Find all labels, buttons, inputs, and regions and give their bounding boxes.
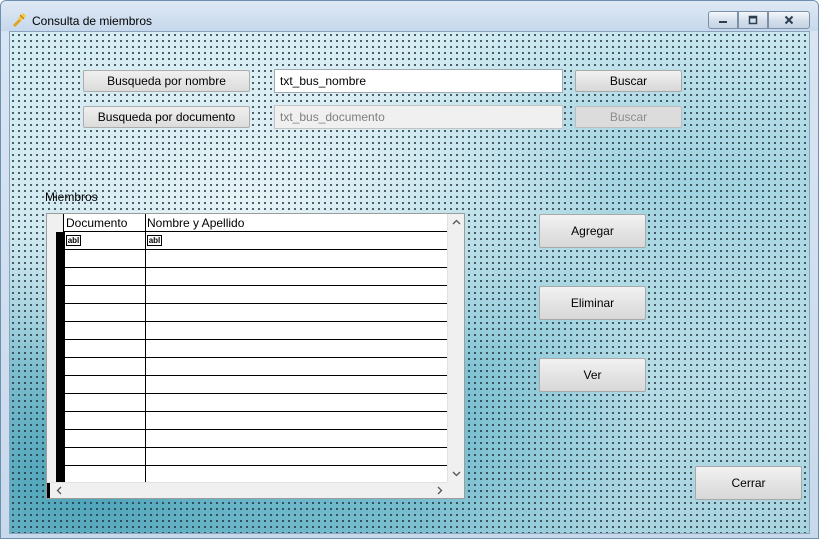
row-header[interactable] bbox=[47, 250, 56, 268]
cell-separator bbox=[145, 286, 146, 304]
view-button[interactable]: Ver bbox=[539, 358, 646, 392]
table-row[interactable] bbox=[47, 448, 447, 466]
grid-rows: abl abl bbox=[47, 232, 447, 484]
grid-corner bbox=[47, 214, 64, 232]
row-header[interactable] bbox=[47, 358, 56, 376]
cell-separator bbox=[145, 394, 146, 412]
table-row[interactable] bbox=[47, 376, 447, 394]
cell-separator bbox=[64, 376, 65, 394]
cell-separator bbox=[64, 394, 65, 412]
cell-separator bbox=[64, 250, 65, 268]
scroll-left-icon[interactable] bbox=[55, 486, 64, 495]
table-row[interactable] bbox=[47, 394, 447, 412]
cell-separator bbox=[145, 322, 146, 340]
cell-separator bbox=[145, 412, 146, 430]
cell-separator bbox=[145, 448, 146, 466]
documento-cell-textbox[interactable]: abl bbox=[66, 235, 81, 246]
row-header[interactable] bbox=[47, 412, 56, 430]
cell-separator bbox=[145, 376, 146, 394]
nombre-cell-textbox[interactable]: abl bbox=[147, 235, 162, 246]
row-header[interactable] bbox=[47, 394, 56, 412]
row-header[interactable] bbox=[47, 304, 56, 322]
title-bar[interactable]: Consulta de miembros bbox=[1, 1, 818, 31]
table-row[interactable] bbox=[47, 322, 447, 340]
row-header[interactable] bbox=[47, 376, 56, 394]
row-marker bbox=[47, 483, 50, 498]
column-separator bbox=[145, 214, 146, 232]
delete-button[interactable]: Eliminar bbox=[539, 286, 646, 320]
cell-separator bbox=[145, 430, 146, 448]
row-header[interactable] bbox=[47, 286, 56, 304]
search-name-input[interactable]: txt_bus_nombre bbox=[274, 69, 563, 93]
cell-separator bbox=[145, 304, 146, 322]
search-by-document-label-button[interactable]: Busqueda por documento bbox=[83, 106, 250, 128]
minimize-icon bbox=[719, 21, 727, 23]
table-row[interactable] bbox=[47, 358, 447, 376]
search-document-input[interactable]: txt_bus_documento bbox=[274, 105, 563, 129]
row-selector-bar bbox=[56, 232, 64, 484]
cell-separator bbox=[64, 448, 65, 466]
close-form-button[interactable]: Cerrar bbox=[695, 466, 802, 500]
vertical-scrollbar[interactable] bbox=[447, 214, 464, 482]
cell-separator bbox=[64, 412, 65, 430]
main-window: Consulta de miembros Busqueda por nombre… bbox=[0, 0, 819, 539]
cell-separator bbox=[64, 268, 65, 286]
members-label: Miembros bbox=[45, 190, 98, 204]
cell-separator bbox=[145, 358, 146, 376]
minimize-button[interactable] bbox=[708, 11, 738, 29]
scroll-right-icon[interactable] bbox=[435, 486, 444, 495]
row-header[interactable] bbox=[47, 430, 56, 448]
scroll-up-icon[interactable] bbox=[452, 218, 461, 227]
column-header-documento[interactable]: Documento bbox=[66, 216, 127, 230]
table-row[interactable]: abl abl bbox=[47, 232, 447, 250]
cell-separator bbox=[64, 286, 65, 304]
app-icon bbox=[13, 13, 26, 27]
cell-separator bbox=[64, 322, 65, 340]
table-row[interactable] bbox=[47, 430, 447, 448]
column-header-nombre[interactable]: Nombre y Apellido bbox=[147, 216, 244, 230]
cell-separator bbox=[64, 304, 65, 322]
scroll-corner bbox=[447, 482, 464, 498]
close-button[interactable] bbox=[768, 11, 810, 29]
cell-separator bbox=[145, 268, 146, 286]
search-by-name-label-button[interactable]: Busqueda por nombre bbox=[83, 70, 250, 92]
row-header[interactable] bbox=[47, 232, 56, 250]
cell-separator bbox=[64, 358, 65, 376]
table-row[interactable] bbox=[47, 286, 447, 304]
close-icon bbox=[784, 15, 794, 25]
cell-separator bbox=[64, 430, 65, 448]
table-row[interactable] bbox=[47, 268, 447, 286]
scroll-down-icon[interactable] bbox=[452, 469, 461, 478]
grid-header: Documento Nombre y Apellido bbox=[47, 214, 447, 232]
search-document-button[interactable]: Buscar bbox=[575, 106, 682, 128]
table-row[interactable] bbox=[47, 304, 447, 322]
window-title: Consulta de miembros bbox=[32, 14, 153, 28]
cell-separator bbox=[64, 232, 65, 250]
row-header[interactable] bbox=[47, 340, 56, 358]
table-row[interactable] bbox=[47, 412, 447, 430]
add-button[interactable]: Agregar bbox=[539, 214, 646, 248]
table-row[interactable] bbox=[47, 340, 447, 358]
search-name-button[interactable]: Buscar bbox=[575, 70, 682, 92]
cell-separator bbox=[145, 250, 146, 268]
maximize-icon bbox=[748, 15, 758, 25]
row-header[interactable] bbox=[47, 268, 56, 286]
table-row[interactable] bbox=[47, 250, 447, 268]
cell-separator bbox=[64, 340, 65, 358]
horizontal-scrollbar[interactable] bbox=[47, 482, 447, 498]
row-header[interactable] bbox=[47, 322, 56, 340]
cell-separator bbox=[145, 232, 146, 250]
cell-separator bbox=[145, 340, 146, 358]
members-grid[interactable]: Documento Nombre y Apellido abl abl bbox=[46, 213, 465, 499]
row-header[interactable] bbox=[47, 448, 56, 466]
maximize-button[interactable] bbox=[738, 11, 768, 29]
